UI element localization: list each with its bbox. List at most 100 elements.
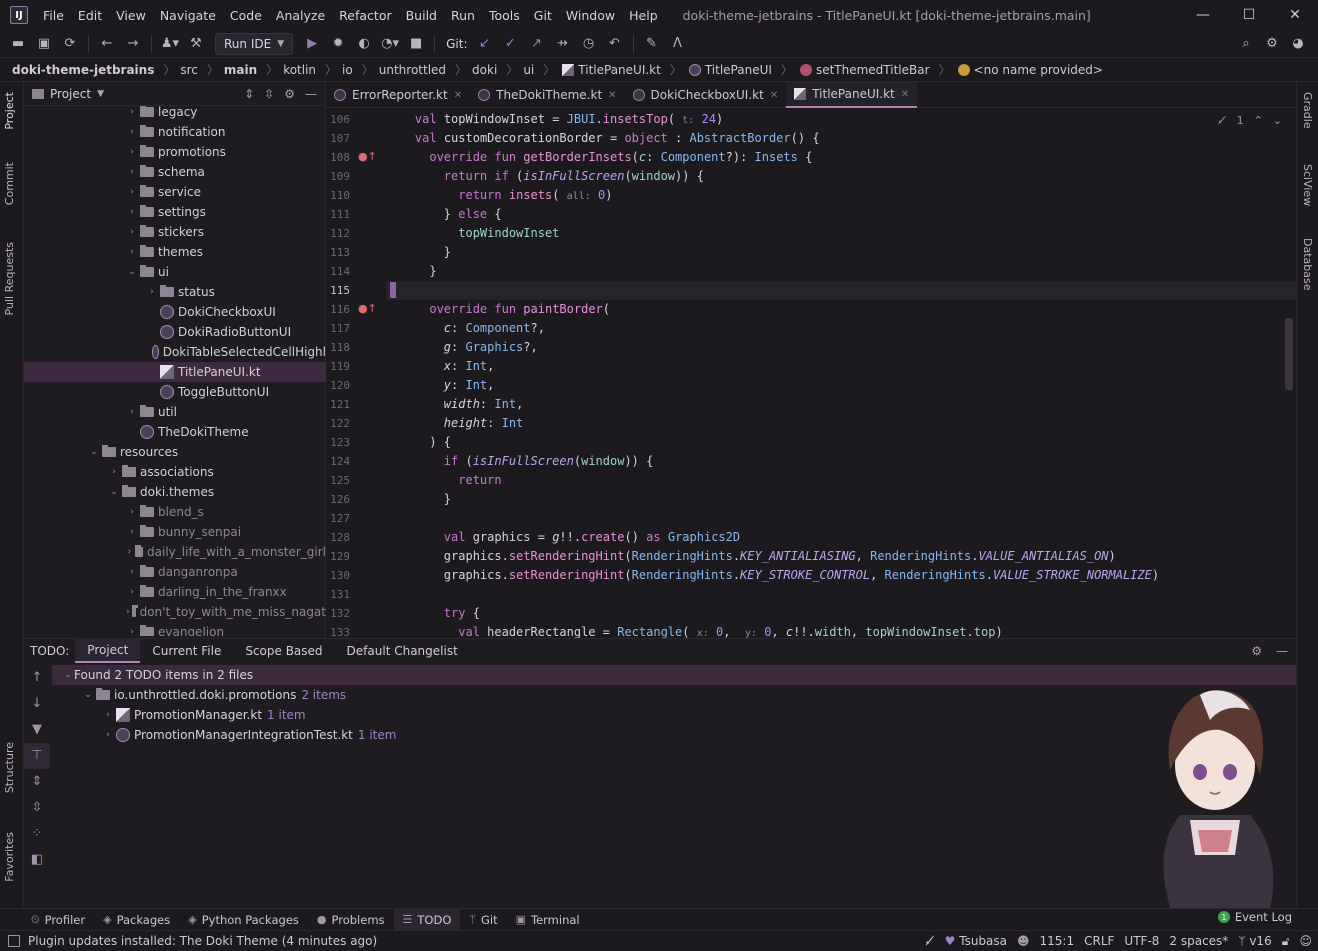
toggle-panels-icon[interactable] (8, 934, 20, 947)
tree-item[interactable]: › service (24, 182, 326, 202)
code-line[interactable]: return (386, 471, 1296, 490)
chevron-right-icon[interactable]: › (126, 207, 138, 217)
layout-icon[interactable]: ◧ (24, 847, 50, 873)
chevron-right-icon[interactable]: › (126, 107, 138, 117)
breadcrumb-unthrottled[interactable]: unthrottled (379, 63, 446, 77)
tool-tab-git[interactable]: ᛘ Git (460, 909, 506, 931)
chevron-up-icon[interactable]: ⌃ (1254, 114, 1263, 127)
code-line[interactable]: val headerRectangle = Rectangle( x: 0, y… (386, 623, 1296, 638)
code-line[interactable]: } else { (386, 205, 1296, 224)
tree-item[interactable]: DokiRadioButtonUI (24, 322, 326, 342)
tree-item[interactable]: TitlePaneUI.kt (24, 362, 326, 382)
inspection-count[interactable]: 1 (1237, 114, 1244, 127)
forward-icon[interactable]: → (121, 33, 145, 55)
tree-item[interactable]: ToggleButtonUI (24, 382, 326, 402)
code-line[interactable]: return if (isInFullScreen(window)) { (386, 167, 1296, 186)
editor-tab[interactable]: ErrorReporter.kt ✕ (326, 82, 470, 108)
file-encoding[interactable]: UTF-8 (1124, 934, 1159, 948)
tool-tab-todo[interactable]: ☰ TODO (393, 908, 461, 931)
menu-run[interactable]: Run (451, 8, 475, 23)
sync-icon[interactable]: ⟳ (58, 33, 82, 55)
run-config-dropdown[interactable]: Run IDE ▼ (215, 32, 294, 55)
chevron-right-icon[interactable]: › (146, 287, 158, 297)
stop-icon[interactable]: ■ (404, 33, 428, 55)
rollback-icon[interactable]: ↶ (603, 33, 627, 55)
chevron-right-icon[interactable]: › (126, 547, 133, 557)
inspection-ok-icon[interactable]: ✓̸ (1217, 114, 1226, 127)
git-commit-icon[interactable]: ✓ (499, 33, 523, 55)
chevron-right-icon[interactable]: › (126, 187, 138, 197)
profile-icon[interactable]: ◔▾ (378, 33, 402, 55)
filter-icon[interactable]: ▼ (24, 717, 50, 743)
chevron-down-icon[interactable]: ▼ (97, 89, 104, 99)
gear-icon[interactable]: ⚙ (1251, 644, 1262, 658)
code-line[interactable]: width: Int, (386, 395, 1296, 414)
tree-item[interactable]: › util (24, 402, 326, 422)
chevron-down-icon[interactable]: ⌄ (88, 447, 100, 457)
tree-item[interactable]: › evangelion (24, 622, 326, 636)
tab-project[interactable]: Project (3, 92, 16, 130)
breadcrumb-ui[interactable]: ui (523, 63, 534, 77)
code-line[interactable] (386, 509, 1296, 528)
tree-item[interactable]: › notification (24, 122, 326, 142)
indent-setting[interactable]: 2 spaces* (1169, 934, 1228, 948)
code-line[interactable] (386, 585, 1296, 604)
maximize-icon[interactable]: ☐ (1226, 0, 1272, 30)
chevron-right-icon[interactable]: › (126, 167, 138, 177)
chevron-right-icon[interactable]: › (102, 710, 114, 720)
gear-icon[interactable]: ⚙ (1260, 33, 1284, 55)
collapse-all-icon[interactable]: ⇳ (24, 795, 50, 821)
tool-tab-packages[interactable]: ◈ Packages (94, 909, 179, 931)
breadcrumb-io[interactable]: io (342, 63, 353, 77)
breadcrumb-method[interactable]: setThemedTitleBar (816, 63, 930, 77)
hide-icon[interactable]: — (305, 87, 317, 101)
vcs-user-icon[interactable]: ♟▾ (158, 33, 182, 55)
code-line[interactable]: graphics.setRenderingHint(RenderingHints… (386, 547, 1296, 566)
line-separator[interactable]: CRLF (1084, 934, 1114, 948)
close-icon[interactable]: ✕ (1272, 0, 1318, 30)
lock-icon[interactable]: 🔓︎ (1282, 934, 1290, 949)
menu-file[interactable]: File (43, 8, 64, 23)
arrow-down-icon[interactable]: ↓ (24, 691, 50, 717)
back-icon[interactable]: ← (95, 33, 119, 55)
menu-git[interactable]: Git (534, 8, 552, 23)
todo-tab-current-file[interactable]: Current File (140, 639, 233, 663)
hide-icon[interactable]: — (1276, 644, 1288, 658)
chevron-down-icon[interactable]: ⌄ (1273, 114, 1282, 127)
tree-item[interactable]: › schema (24, 162, 326, 182)
tree-item[interactable]: › settings (24, 202, 326, 222)
todo-row[interactable]: › PromotionManagerIntegrationTest.kt 1 ite… (52, 725, 396, 745)
tab-commit[interactable]: Commit (3, 162, 16, 205)
code-line[interactable]: val graphics = g!!.create() as Graphics2… (386, 528, 1296, 547)
close-icon[interactable]: ✕ (770, 90, 778, 101)
code-line[interactable]: return insets( all: 0) (386, 186, 1296, 205)
chevron-right-icon[interactable]: › (126, 567, 138, 577)
tree-item[interactable]: ⌄ resources (24, 442, 326, 462)
code-line[interactable]: ) { (386, 433, 1296, 452)
group-by-icon[interactable]: ⁘ (24, 821, 50, 847)
open-folder-icon[interactable]: ▬ (6, 33, 30, 55)
todo-row[interactable]: ⌄ Found 2 TODO items in 2 files (52, 665, 1296, 685)
collapse-all-icon[interactable]: ⇳ (264, 87, 274, 101)
tool-tab-terminal[interactable]: ▣ Terminal (507, 909, 589, 931)
tree-item[interactable]: › darling_in_the_franxx (24, 582, 326, 602)
git-update-icon[interactable]: ↙ (473, 33, 497, 55)
git-merge-icon[interactable]: ⇸ (551, 33, 575, 55)
git-push-icon[interactable]: ↗ (525, 33, 549, 55)
chevron-right-icon[interactable]: › (126, 227, 138, 237)
code-line[interactable]: val topWindowInset = JBUI.insetsTop( t: … (386, 110, 1296, 129)
expand-all-icon[interactable]: ⇕ (24, 769, 50, 795)
tree-item[interactable]: › bunny_senpai (24, 522, 326, 542)
chevron-right-icon[interactable]: › (126, 407, 138, 417)
gear-icon[interactable]: ⚙ (284, 87, 295, 101)
close-icon[interactable]: ✕ (454, 90, 462, 101)
tree-item[interactable]: DokiCheckboxUI (24, 302, 326, 322)
menu-edit[interactable]: Edit (78, 8, 102, 23)
breadcrumb-object[interactable]: <no name provided> (974, 63, 1103, 77)
code-line[interactable]: } (386, 243, 1296, 262)
vim-icon[interactable]: ✓̸ (925, 934, 935, 948)
chevron-right-icon[interactable]: › (126, 587, 138, 597)
status-message[interactable]: Plugin updates installed: The Doki Theme… (28, 934, 377, 948)
chevron-right-icon[interactable]: › (102, 730, 114, 740)
menu-build[interactable]: Build (406, 8, 437, 23)
